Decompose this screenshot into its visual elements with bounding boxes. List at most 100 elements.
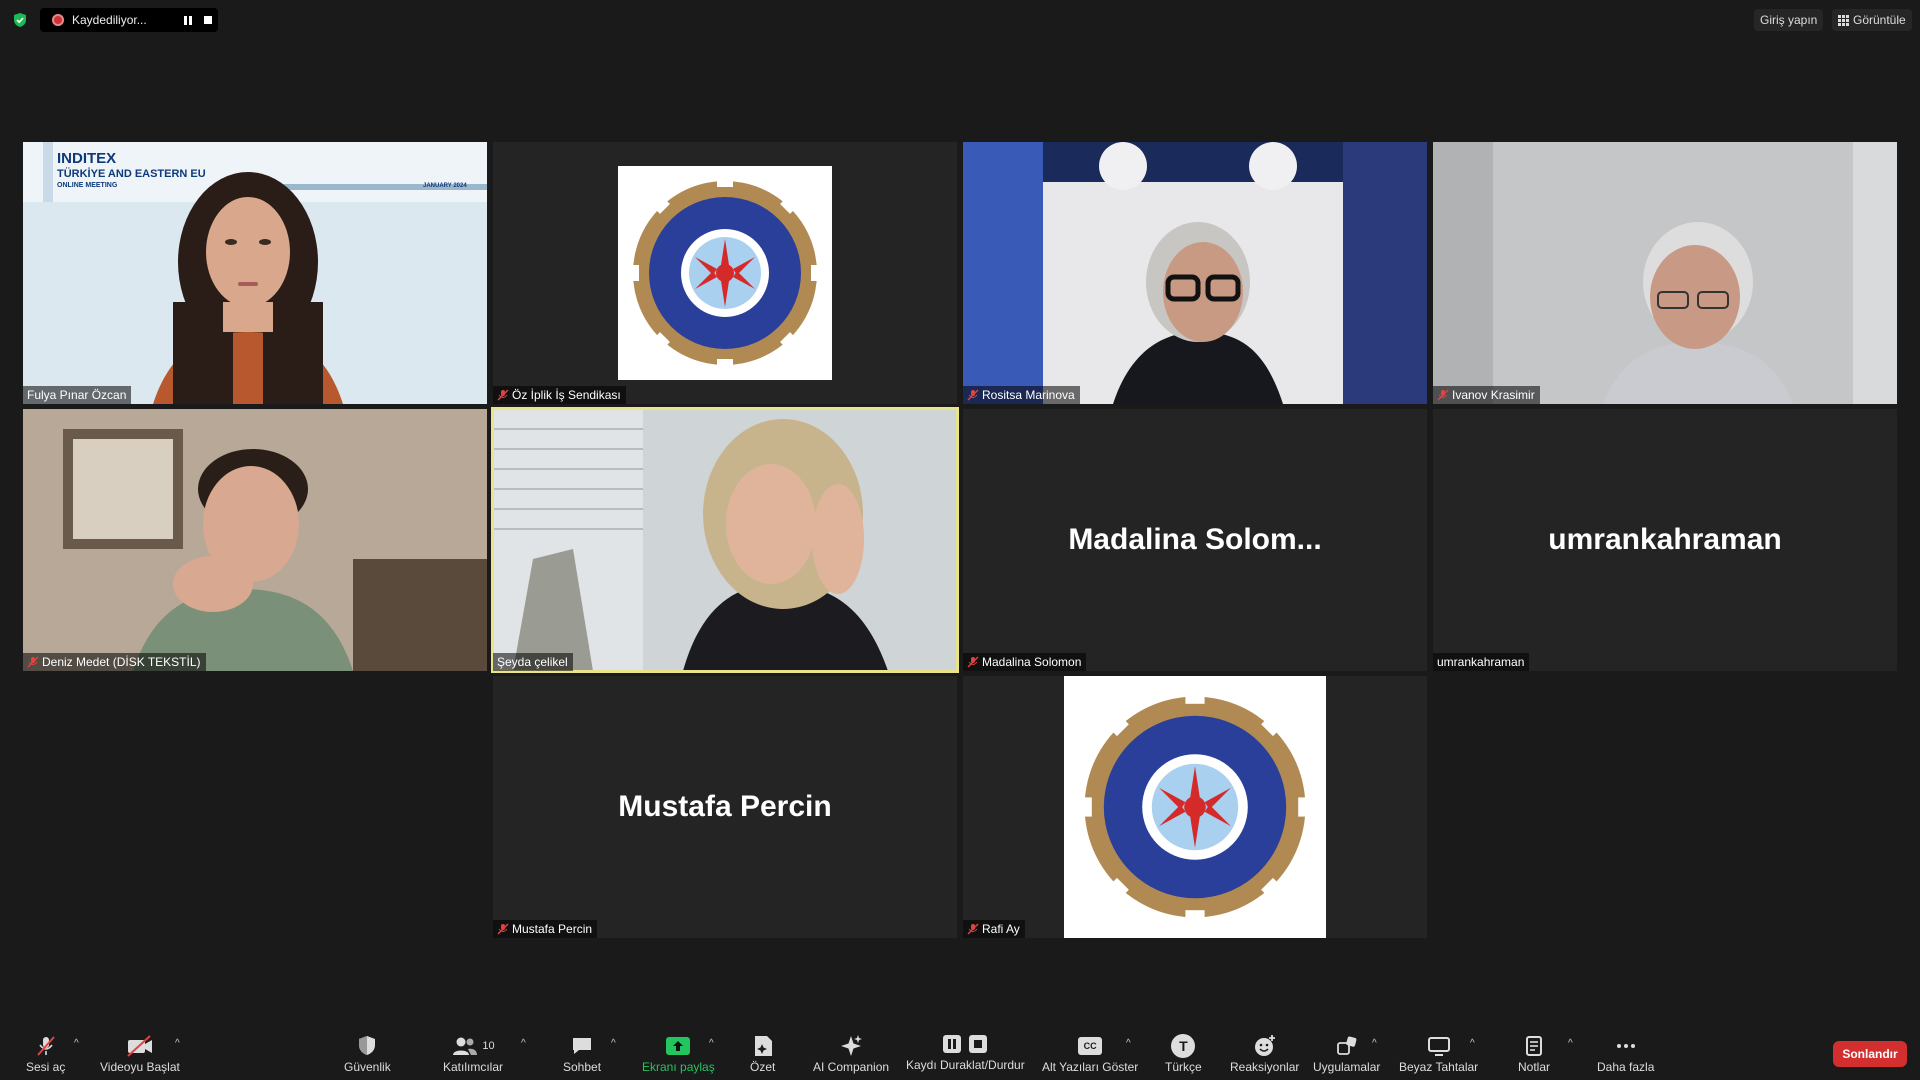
audio-options-chevron-icon[interactable]: ^ xyxy=(74,1038,79,1049)
participant-count-badge: 10 xyxy=(482,1040,495,1052)
video-tile-madalina[interactable]: Madalina Solom... Madalina Solomon xyxy=(963,409,1427,671)
participant-name: Madalina Solomon xyxy=(982,655,1082,669)
share-screen-button[interactable]: Ekranı paylaş xyxy=(642,1032,715,1074)
participant-name-tag: Mustafa Percin xyxy=(493,920,598,938)
participant-display-name: Madalina Solom... xyxy=(1068,523,1322,556)
participant-name: umrankahraman xyxy=(1437,655,1525,669)
security-button[interactable]: Güvenlik xyxy=(344,1032,391,1074)
participants-options-chevron-icon[interactable]: ^ xyxy=(521,1038,526,1049)
inditex-subtitle: TÜRKİYE AND EASTERN EU xyxy=(57,168,206,180)
unmute-button[interactable]: Sesi aç xyxy=(26,1032,65,1074)
summary-button[interactable]: Özet xyxy=(750,1032,775,1074)
summary-label: Özet xyxy=(750,1060,776,1074)
muted-mic-icon xyxy=(497,923,509,935)
inditex-meeting: ONLINE MEETING xyxy=(57,182,118,189)
notes-button[interactable]: Notlar xyxy=(1518,1032,1550,1074)
participant-video xyxy=(963,142,1427,404)
participant-name-tag: Rafi Ay xyxy=(963,920,1025,938)
share-screen-label: Ekranı paylaş xyxy=(642,1060,715,1074)
video-tile-oz-iplik[interactable]: Öz İplik İş Sendikası xyxy=(493,142,957,404)
view-label: Görüntüle xyxy=(1853,13,1906,27)
participant-name-tag: umrankahraman xyxy=(1433,653,1530,671)
muted-mic-icon xyxy=(27,656,39,668)
smiley-icon xyxy=(1254,1035,1275,1056)
more-button[interactable]: Daha fazla xyxy=(1597,1032,1654,1074)
grid-icon xyxy=(1838,14,1849,26)
gear-logo-icon xyxy=(625,173,825,373)
participant-name-tag: Deniz Medet (DİSK TEKSTİL) xyxy=(23,653,206,671)
notes-label: Notlar xyxy=(1518,1060,1551,1074)
participant-name-tag: Rositsa Marinova xyxy=(963,386,1080,404)
end-meeting-button[interactable]: Sonlandır xyxy=(1833,1041,1907,1067)
participant-name: Mustafa Percin xyxy=(512,922,593,936)
chat-label: Sohbet xyxy=(563,1060,602,1074)
participant-name-tag: Şeyda çelikel xyxy=(493,653,573,671)
participant-name: Rafi Ay xyxy=(982,922,1020,936)
show-captions-button[interactable]: CC Alt Yazıları Göster xyxy=(1042,1032,1138,1074)
view-button[interactable]: Görüntüle xyxy=(1832,9,1912,31)
participant-video xyxy=(23,409,487,671)
more-dots-icon xyxy=(1616,1044,1635,1048)
security-label: Güvenlik xyxy=(344,1060,391,1074)
reactions-button[interactable]: Reaksiyonlar xyxy=(1230,1032,1299,1074)
apps-label: Uygulamalar xyxy=(1313,1060,1381,1074)
participant-video xyxy=(493,409,957,671)
stop-recording-button[interactable] xyxy=(198,10,218,30)
ai-companion-label: AI Companion xyxy=(813,1060,890,1074)
recording-label: Kaydediliyor... xyxy=(72,13,147,27)
apps-options-chevron-icon[interactable]: ^ xyxy=(1372,1038,1377,1049)
whiteboards-options-chevron-icon[interactable]: ^ xyxy=(1470,1038,1475,1049)
participant-name-tag: Ivanov Krasimir xyxy=(1433,386,1540,404)
apps-icon xyxy=(1336,1036,1357,1055)
pause-icon xyxy=(943,1035,962,1053)
participant-name-tag: Öz İplik İş Sendikası xyxy=(493,386,626,404)
video-tile-fulya[interactable]: INDITEX TÜRKİYE AND EASTERN EU ONLINE ME… xyxy=(23,142,487,404)
ai-companion-button[interactable]: AI Companion xyxy=(813,1032,889,1074)
participants-icon xyxy=(453,1037,478,1055)
captions-label: Alt Yazıları Göster xyxy=(1042,1060,1139,1074)
start-video-button[interactable]: Videoyu Başlat xyxy=(100,1032,180,1074)
video-tile-ivanov[interactable]: Ivanov Krasimir xyxy=(1433,142,1897,404)
video-tile-rafi[interactable]: Rafi Ay xyxy=(963,676,1427,938)
video-tile-mustafa[interactable]: Mustafa Percin Mustafa Percin xyxy=(493,676,957,938)
video-tile-seyda[interactable]: Şeyda çelikel xyxy=(491,407,959,673)
whiteboard-icon xyxy=(1427,1037,1450,1056)
notes-icon xyxy=(1526,1036,1542,1056)
participant-name: Rositsa Marinova xyxy=(982,388,1075,402)
participants-button[interactable]: 10 Katılımcılar xyxy=(443,1032,503,1074)
pause-recording-button[interactable] xyxy=(178,10,198,30)
whiteboards-button[interactable]: Beyaz Tahtalar xyxy=(1399,1032,1478,1074)
more-label: Daha fazla xyxy=(1597,1060,1655,1074)
chat-button[interactable]: Sohbet xyxy=(563,1032,601,1074)
translation-icon: T xyxy=(1171,1034,1196,1058)
sign-in-button[interactable]: Giriş yapın xyxy=(1754,9,1824,31)
participant-name: Fulya Pınar Özcan xyxy=(27,388,127,402)
security-shield-icon[interactable] xyxy=(12,12,28,28)
language-label: Türkçe xyxy=(1165,1060,1202,1074)
unmute-label: Sesi aç xyxy=(26,1060,66,1074)
captions-options-chevron-icon[interactable]: ^ xyxy=(1126,1038,1131,1049)
pause-stop-recording-button[interactable]: Kaydı Duraklat/Durdur xyxy=(906,1030,1025,1072)
video-tile-umrankahraman[interactable]: umrankahraman umrankahraman xyxy=(1433,409,1897,671)
inditex-title: INDITEX xyxy=(57,150,117,167)
union-logo xyxy=(1064,676,1326,938)
closed-captions-icon: CC xyxy=(1078,1037,1103,1055)
share-screen-icon xyxy=(666,1037,691,1055)
video-options-chevron-icon[interactable]: ^ xyxy=(175,1038,180,1049)
gear-logo-icon xyxy=(1075,687,1315,927)
apps-button[interactable]: Uygulamalar xyxy=(1313,1032,1380,1074)
share-options-chevron-icon[interactable]: ^ xyxy=(709,1038,714,1049)
language-button[interactable]: T Türkçe xyxy=(1165,1032,1202,1074)
video-tile-rositsa[interactable]: Rositsa Marinova xyxy=(963,142,1427,404)
reactions-label: Reaksiyonlar xyxy=(1230,1060,1300,1074)
participant-video xyxy=(1433,142,1897,404)
video-tile-deniz[interactable]: Deniz Medet (DİSK TEKSTİL) xyxy=(23,409,487,671)
recording-indicator: Kaydediliyor... xyxy=(40,8,218,32)
stop-icon xyxy=(969,1035,988,1053)
start-video-label: Videoyu Başlat xyxy=(100,1060,180,1074)
chat-icon xyxy=(573,1038,592,1054)
notes-options-chevron-icon[interactable]: ^ xyxy=(1568,1038,1573,1049)
recording-icon xyxy=(52,14,64,26)
union-logo xyxy=(618,166,832,380)
chat-options-chevron-icon[interactable]: ^ xyxy=(611,1038,616,1049)
